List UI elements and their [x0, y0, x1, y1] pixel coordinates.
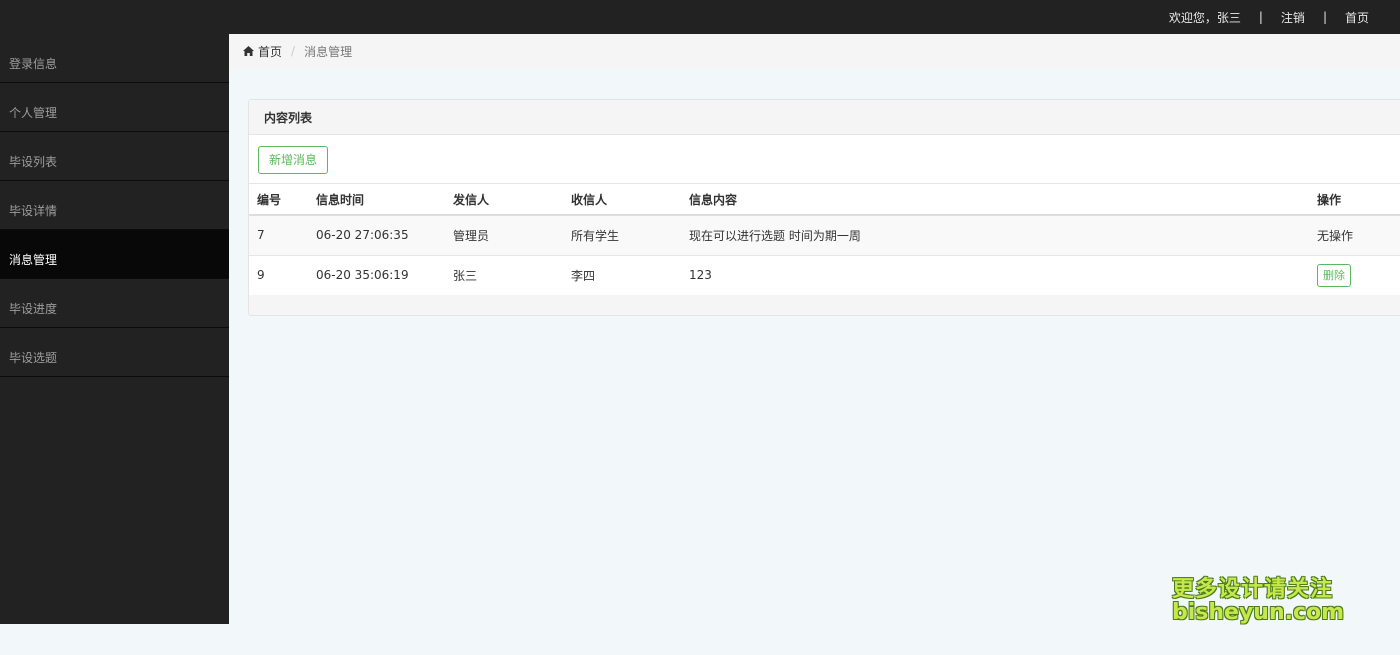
sidebar-item-project-list[interactable]: 毕设列表	[0, 132, 229, 181]
home-link[interactable]: 首页	[1345, 9, 1369, 26]
sidebar-item-label: 毕设列表	[9, 154, 58, 169]
cell-id: 7	[249, 214, 308, 255]
panel-body: 新增消息 编号 信息时间 发信人 收信人 信息内容 操作 7 06-20 27:…	[249, 135, 1400, 295]
table-row: 7 06-20 27:06:35 管理员 所有学生 现在可以进行选题 时间为期一…	[249, 214, 1400, 255]
cell-no-action: 无操作	[1309, 214, 1400, 255]
sidebar: 登录信息 个人管理 毕设列表 毕设详情 消息管理 毕设进度 毕设选题	[0, 34, 229, 624]
cell-actions: 删除	[1309, 254, 1400, 295]
breadcrumb-separator: /	[291, 44, 296, 58]
topbar-separator: |	[1322, 10, 1327, 24]
breadcrumb: 首页 / 消息管理	[229, 34, 1400, 68]
cell-time: 06-20 35:06:19	[308, 254, 445, 295]
topbar-separator: |	[1258, 10, 1263, 24]
sidebar-item-personal[interactable]: 个人管理	[0, 83, 229, 132]
top-navbar: 欢迎您，张三 | 注销 | 首页	[0, 0, 1400, 34]
cell-time: 06-20 27:06:35	[308, 214, 445, 255]
breadcrumb-current: 消息管理	[304, 44, 353, 59]
breadcrumb-home-link[interactable]: 首页	[258, 43, 282, 60]
column-header-id: 编号	[249, 184, 308, 216]
watermark: 更多设计请关注 bisheyun.com	[1172, 577, 1345, 626]
add-message-button[interactable]: 新增消息	[258, 146, 329, 174]
logout-link[interactable]: 注销	[1281, 9, 1305, 26]
main-content: 首页 / 消息管理 内容列表 新增消息 编号 信息时间 发信人 收信人 信息内容…	[229, 34, 1400, 655]
panel-title: 内容列表	[249, 100, 1400, 135]
sidebar-item-login-info[interactable]: 登录信息	[0, 34, 229, 83]
message-table: 编号 信息时间 发信人 收信人 信息内容 操作 7 06-20 27:06:35…	[249, 184, 1400, 295]
topbar-user-links: 欢迎您，张三 | 注销 | 首页	[1169, 0, 1369, 34]
table-header-row: 编号 信息时间 发信人 收信人 信息内容 操作	[249, 184, 1400, 216]
cell-id: 9	[249, 254, 308, 295]
column-header-actions: 操作	[1309, 184, 1400, 216]
home-icon	[243, 46, 254, 56]
watermark-line-2: bisheyun.com	[1172, 600, 1345, 626]
sidebar-item-label: 个人管理	[9, 105, 58, 120]
cell-recipient: 所有学生	[563, 214, 681, 255]
sidebar-item-label: 毕设进度	[9, 301, 58, 316]
cell-sender: 张三	[445, 254, 563, 295]
column-header-sender: 发信人	[445, 184, 563, 216]
watermark-line-1: 更多设计请关注	[1172, 577, 1334, 602]
column-header-content: 信息内容	[681, 184, 1309, 216]
cell-recipient: 李四	[563, 254, 681, 295]
cell-content: 123	[681, 254, 1309, 295]
sidebar-item-progress[interactable]: 毕设进度	[0, 279, 229, 328]
sidebar-item-topic-select[interactable]: 毕设选题	[0, 328, 229, 377]
table-row: 9 06-20 35:06:19 张三 李四 123 删除	[249, 254, 1400, 295]
sidebar-item-messages[interactable]: 消息管理	[0, 230, 229, 279]
sidebar-item-label: 消息管理	[9, 252, 58, 267]
column-header-time: 信息时间	[308, 184, 445, 216]
sidebar-item-label: 毕设选题	[9, 350, 58, 365]
sidebar-item-label: 登录信息	[9, 56, 58, 71]
panel-toolbar: 新增消息	[249, 135, 1400, 184]
content-list-panel: 内容列表 新增消息 编号 信息时间 发信人 收信人 信息内容 操作 7 06-2…	[248, 99, 1400, 316]
welcome-text: 欢迎您，张三	[1168, 10, 1241, 25]
column-header-recipient: 收信人	[563, 184, 681, 216]
cell-content: 现在可以进行选题 时间为期一周	[681, 214, 1309, 255]
cell-sender: 管理员	[445, 214, 563, 255]
sidebar-item-project-detail[interactable]: 毕设详情	[0, 181, 229, 230]
delete-button[interactable]: 删除	[1317, 263, 1351, 287]
sidebar-item-label: 毕设详情	[9, 203, 58, 218]
